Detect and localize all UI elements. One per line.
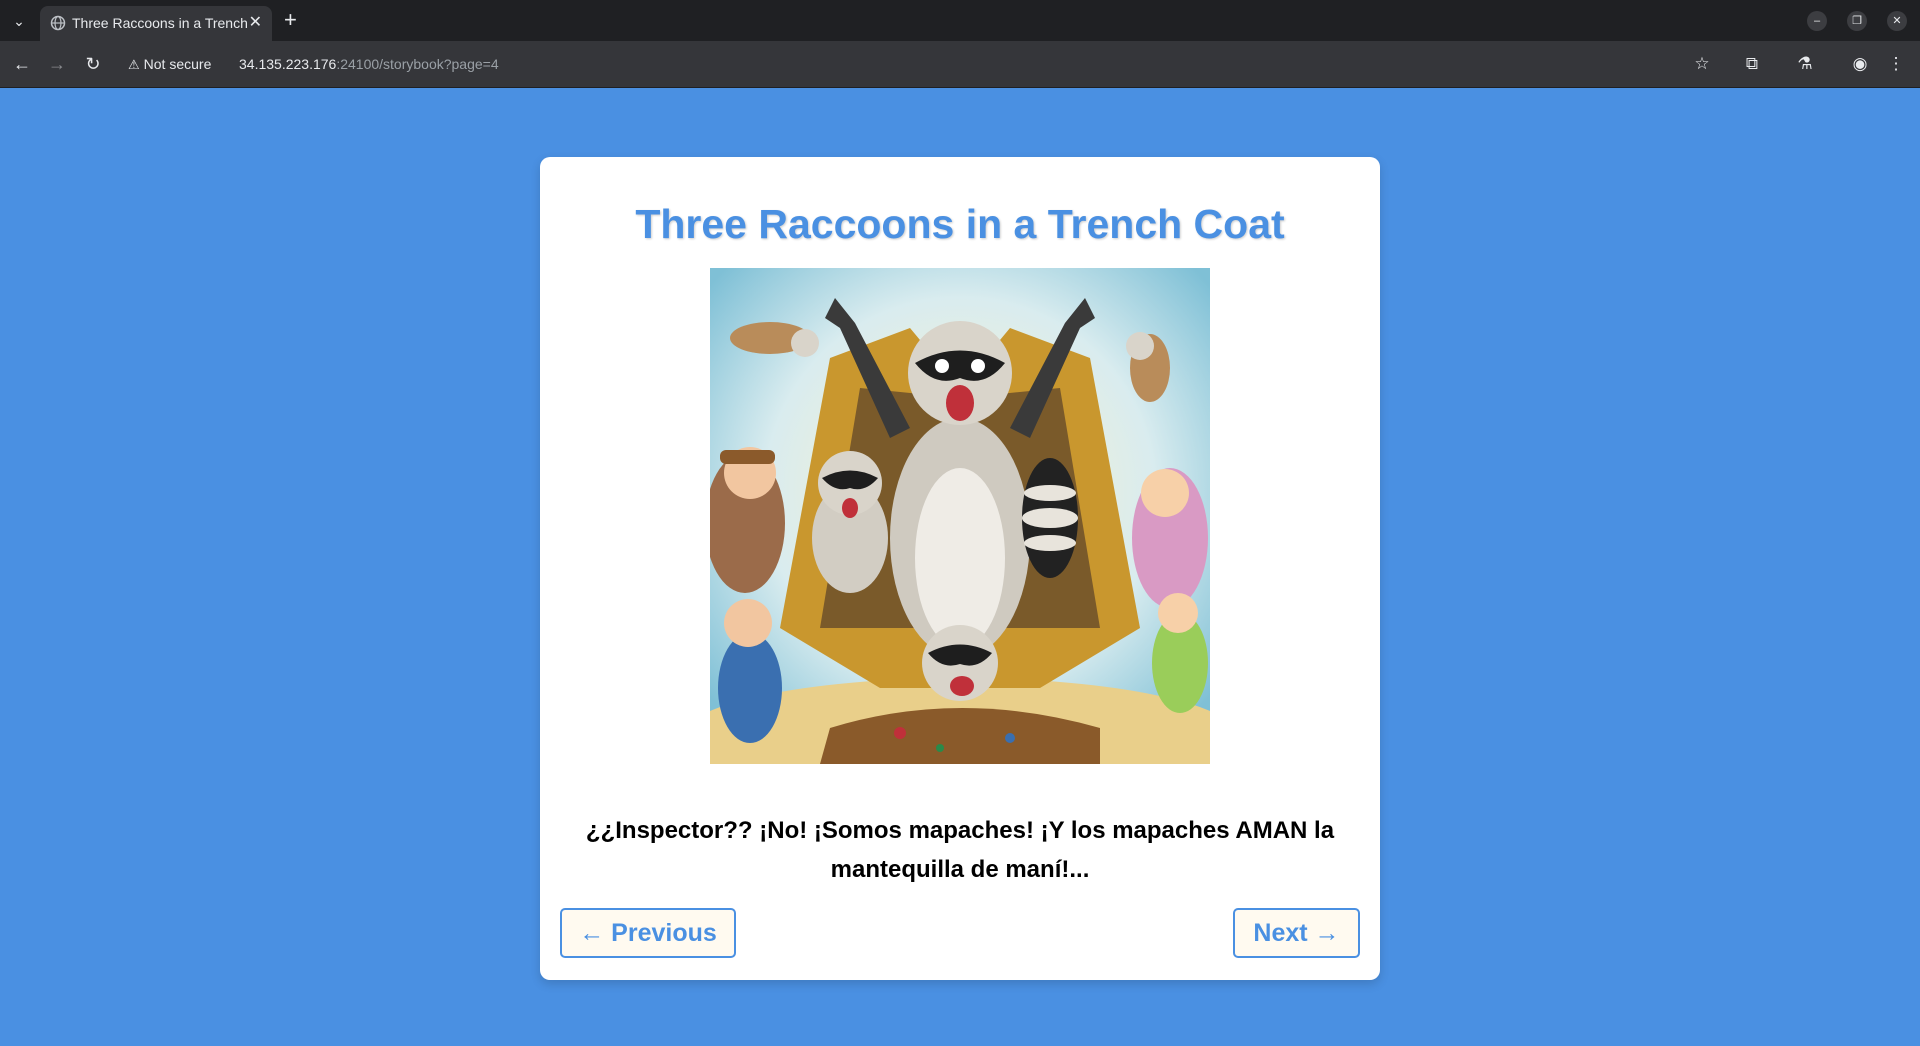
tab-title: Three Raccoons in a Trench Coat xyxy=(72,15,247,31)
browser-tab[interactable]: Three Raccoons in a Trench Coat ✕ xyxy=(40,6,272,41)
previous-button[interactable]: ← Previous xyxy=(560,908,736,958)
warning-icon: ⚠ xyxy=(128,57,140,72)
story-card: Three Raccoons in a Trench Coat ¿¿Inspec… xyxy=(540,157,1380,980)
tab-close-icon[interactable]: ✕ xyxy=(249,13,262,33)
close-icon[interactable]: ✕ xyxy=(1887,11,1907,31)
star-icon[interactable]: ☆ xyxy=(1690,52,1714,76)
back-icon[interactable]: ← xyxy=(10,52,34,76)
globe-icon xyxy=(50,15,66,31)
url-host: 34.135.223.176 xyxy=(239,56,337,72)
reload-icon[interactable]: ↻ xyxy=(81,52,105,76)
address-bar[interactable]: ⚠ Not secure 34.135.223.176:24100/storybo… xyxy=(118,46,1718,82)
url-path: :24100/storybook?page=4 xyxy=(336,56,499,72)
security-label: Not secure xyxy=(143,56,212,72)
story-title: Three Raccoons in a Trench Coat xyxy=(635,201,1285,247)
browser-toolbar: ← → ↻ ⚠ Not secure 34.135.223.176:24100/s… xyxy=(0,41,1920,88)
security-indicator[interactable]: ⚠ Not secure xyxy=(128,55,211,74)
profile-icon[interactable]: ◉ xyxy=(1848,52,1872,76)
restore-icon[interactable]: ❐ xyxy=(1847,11,1867,31)
new-tab-button[interactable]: + xyxy=(284,8,297,32)
menu-icon[interactable]: ⋮ xyxy=(1884,52,1908,76)
tab-strip: ⌄ Three Raccoons in a Trench Coat ✕ + – … xyxy=(0,0,1920,41)
story-text: ¿¿Inspector?? ¡No! ¡Somos mapaches! ¡Y l… xyxy=(585,817,1335,883)
forward-icon[interactable]: → xyxy=(45,52,69,76)
tab-list-icon[interactable]: ⌄ xyxy=(8,10,30,32)
url-text[interactable]: 34.135.223.176:24100/storybook?page=4 xyxy=(239,55,499,73)
labs-icon[interactable]: ⚗ xyxy=(1793,52,1817,76)
next-button[interactable]: Next → xyxy=(1233,908,1360,958)
story-illustration xyxy=(710,268,1210,764)
minimize-icon[interactable]: – xyxy=(1807,11,1827,31)
extensions-icon[interactable]: ⧉ xyxy=(1740,52,1764,76)
